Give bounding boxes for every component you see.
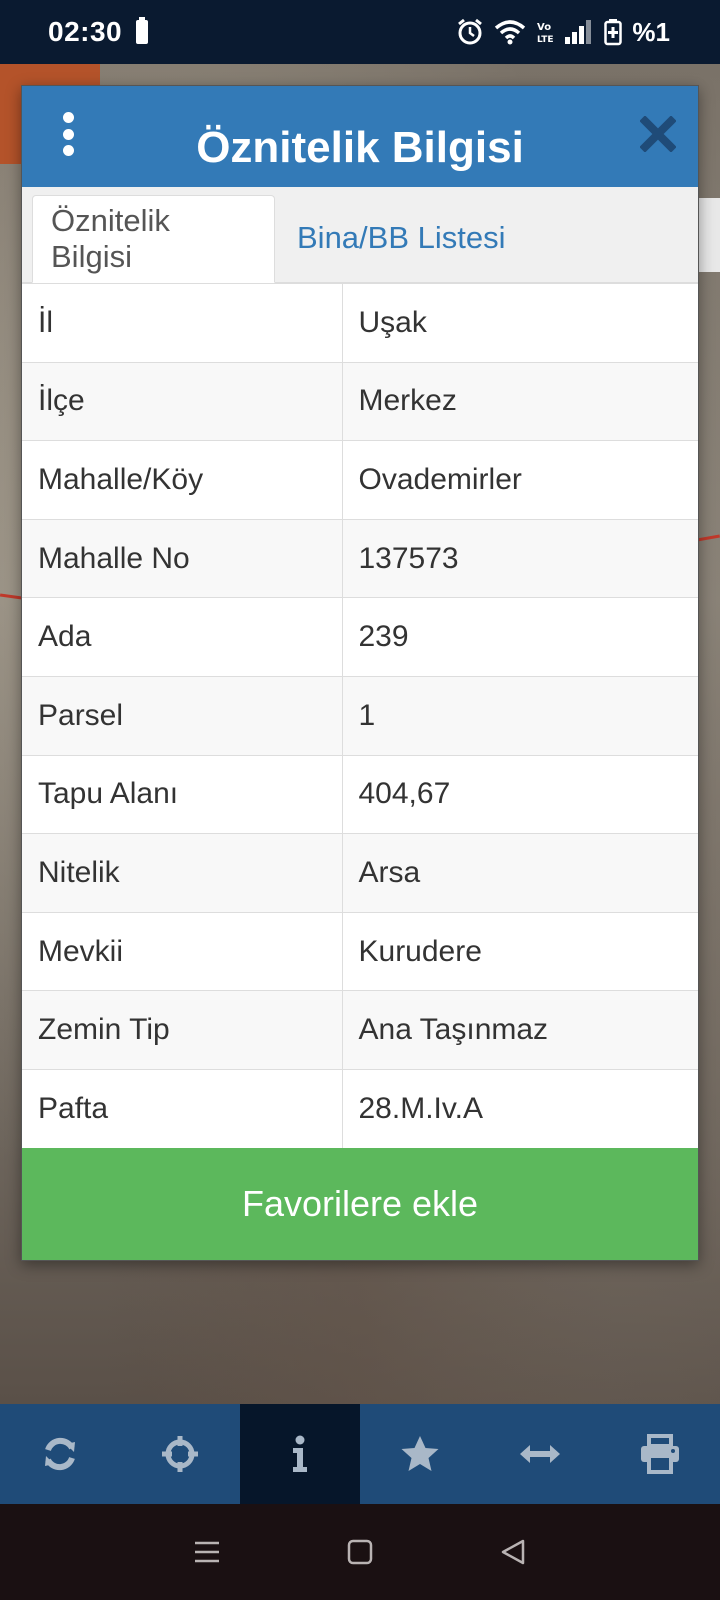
attribute-key: Nitelik bbox=[22, 833, 343, 913]
dialog-header: Öznitelik Bilgisi bbox=[22, 86, 698, 187]
nav-recents-button[interactable] bbox=[177, 1522, 237, 1582]
attribute-key: Pafta bbox=[22, 1068, 343, 1149]
add-to-favorites-button[interactable]: Favorilere ekle bbox=[22, 1148, 698, 1260]
dialog-title: Öznitelik Bilgisi bbox=[196, 122, 524, 172]
attribute-value: 404,67 bbox=[341, 754, 698, 835]
toolbar-favorites[interactable] bbox=[360, 1404, 480, 1504]
attribute-value: Ovademirler bbox=[341, 440, 698, 520]
attribute-value: Kurudere bbox=[341, 911, 698, 992]
table-row: Zemin Tip Ana Taşınmaz bbox=[22, 990, 698, 1070]
tab-attribute-info[interactable]: Öznitelik Bilgisi bbox=[32, 195, 275, 283]
tab-building-list[interactable]: Bina/BB Listesi bbox=[275, 194, 524, 282]
attribute-value: Merkez bbox=[341, 361, 698, 442]
table-row: Mevkii Kurudere bbox=[22, 911, 698, 992]
crosshair-icon bbox=[162, 1436, 198, 1472]
measure-arrows-icon bbox=[520, 1445, 560, 1463]
menu-lines-icon bbox=[194, 1541, 219, 1563]
attribute-key: İl bbox=[22, 283, 343, 363]
close-icon[interactable] bbox=[640, 116, 676, 152]
status-time: 02:30 bbox=[48, 16, 123, 47]
status-right: Vo LTE %1 bbox=[456, 17, 670, 48]
print-icon bbox=[641, 1434, 679, 1474]
attribute-value: 28.M.Iv.A bbox=[341, 1068, 698, 1149]
attribute-key: Mevkii bbox=[22, 911, 343, 992]
status-bar: 02:30 Vo LTE %1 bbox=[0, 0, 720, 64]
attribute-key: Parsel bbox=[22, 675, 343, 756]
attribute-dialog: Öznitelik Bilgisi Öznitelik Bilgisi Bina… bbox=[21, 85, 699, 1261]
volte-icon: Vo LTE bbox=[537, 22, 554, 45]
nav-home-button[interactable] bbox=[330, 1522, 390, 1582]
svg-text:LTE: LTE bbox=[537, 35, 554, 45]
refresh-icon bbox=[45, 1437, 75, 1471]
attribute-key: Mahalle/Köy bbox=[22, 440, 343, 520]
attribute-value: 1 bbox=[341, 675, 698, 756]
home-square-icon bbox=[347, 1539, 373, 1565]
status-left: 02:30 bbox=[48, 16, 149, 48]
table-row: Tapu Alanı 404,67 bbox=[22, 754, 698, 835]
toolbar-measure[interactable] bbox=[480, 1404, 600, 1504]
table-row: Mahalle No 137573 bbox=[22, 518, 698, 599]
attribute-key: Ada bbox=[22, 597, 343, 677]
table-row: Nitelik Arsa bbox=[22, 833, 698, 913]
attribute-value: Uşak bbox=[341, 283, 698, 363]
toolbar-print[interactable] bbox=[600, 1404, 720, 1504]
signal-icon bbox=[565, 20, 592, 44]
tab-bar: Öznitelik Bilgisi Bina/BB Listesi bbox=[22, 187, 698, 283]
attribute-table: İl Uşak İlçe Merkez Mahalle/Köy Ovademirler Ma… bbox=[22, 283, 698, 1149]
nav-back-button[interactable] bbox=[483, 1522, 543, 1582]
alarm-icon bbox=[458, 18, 483, 45]
attribute-value: Ana Taşınmaz bbox=[341, 990, 698, 1070]
attribute-key: İlçe bbox=[22, 361, 343, 442]
info-icon bbox=[293, 1435, 307, 1472]
system-nav-bar bbox=[0, 1504, 720, 1600]
table-row: Parsel 1 bbox=[22, 675, 698, 756]
attribute-key: Tapu Alanı bbox=[22, 754, 343, 835]
back-triangle-icon bbox=[502, 1539, 525, 1565]
battery-saver-icon bbox=[136, 17, 149, 44]
table-row: Mahalle/Köy Ovademirler bbox=[22, 440, 698, 520]
toolbar-info[interactable] bbox=[240, 1404, 360, 1504]
bottom-toolbar bbox=[0, 1404, 720, 1504]
more-vertical-icon[interactable] bbox=[62, 112, 74, 156]
table-row: İl Uşak bbox=[22, 283, 698, 363]
attribute-value: 239 bbox=[341, 597, 698, 677]
table-row: İlçe Merkez bbox=[22, 361, 698, 442]
battery-percentage: %1 bbox=[632, 16, 670, 47]
svg-text:Vo: Vo bbox=[537, 22, 551, 33]
attribute-value: Arsa bbox=[341, 833, 698, 913]
table-row: Pafta 28.M.Iv.A bbox=[22, 1068, 698, 1149]
table-row: Ada 239 bbox=[22, 597, 698, 677]
wifi-icon bbox=[495, 20, 526, 45]
attribute-value: 137573 bbox=[341, 518, 698, 599]
battery-charging-icon bbox=[604, 19, 623, 46]
attribute-key: Mahalle No bbox=[22, 518, 343, 599]
toolbar-refresh[interactable] bbox=[0, 1404, 120, 1504]
toolbar-locate[interactable] bbox=[120, 1404, 240, 1504]
attribute-key: Zemin Tip bbox=[22, 990, 343, 1070]
star-icon bbox=[401, 1436, 439, 1471]
